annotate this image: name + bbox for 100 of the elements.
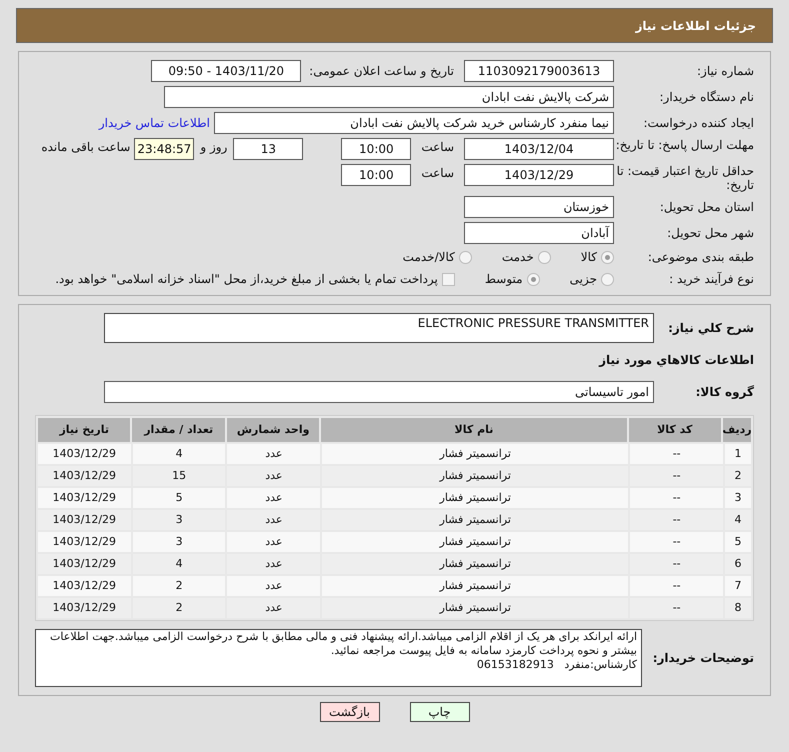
city-field[interactable]: آبادان bbox=[464, 222, 614, 244]
field-label: تاریخ و ساعت اعلان عمومی: bbox=[309, 63, 454, 80]
field-label: ساعت bbox=[421, 165, 454, 182]
table-cell: عدد bbox=[227, 466, 320, 486]
radio-button[interactable] bbox=[601, 272, 614, 286]
radio-label: کالا bbox=[580, 249, 597, 266]
column-header: کد کالا bbox=[628, 418, 721, 442]
table-cell: 1403/12/29 bbox=[38, 488, 131, 508]
table-cell: 4 bbox=[725, 510, 751, 530]
province-field[interactable]: خوزستان bbox=[464, 196, 614, 218]
table-cell: 1 bbox=[725, 444, 751, 464]
table-cell: عدد bbox=[227, 444, 320, 464]
table-cell: ترانسمیتر فشار bbox=[322, 488, 628, 508]
table-cell: عدد bbox=[227, 576, 320, 596]
validity-date-field[interactable]: 1403/12/29 bbox=[464, 164, 614, 186]
table-cell: -- bbox=[630, 532, 724, 552]
requester-field[interactable]: نیما منفرد کارشناس خرید شرکت پالایش نفت ابادان bbox=[214, 112, 614, 134]
validity-time-field[interactable]: 10:00 bbox=[341, 164, 412, 186]
page-title: جزئیات اطلاعات نیاز bbox=[635, 18, 756, 34]
section-title: اطلاعات کالاهاي مورد نياز bbox=[599, 352, 754, 369]
deadline-date-field[interactable]: 1403/12/04 bbox=[464, 138, 614, 160]
buyer-notes-textarea[interactable]: ارائه ایرانکد برای هر یک از اقلام الزامی میباشد.ارائه پیشنهاد فنی و مالی مطابق با شرح درخواست الزامی میباشد.جهت اطلاعات بیشتر و نحوه پرداخت کارمزد سامانه به فایل پیوست مراجعه نمائید. کارشناس:منفرد 06153182913 bbox=[35, 629, 642, 687]
field-label: طبقه بندی موضوعی: bbox=[646, 250, 754, 264]
radio-label: کالا/خدمت bbox=[402, 249, 455, 266]
table-cell: عدد bbox=[227, 510, 320, 530]
table-cell: 1403/12/29 bbox=[38, 532, 131, 552]
remaining-time-field[interactable]: 23:48:57 bbox=[134, 138, 194, 160]
radio-label: جزیی bbox=[570, 271, 597, 288]
payment-checkbox[interactable] bbox=[442, 272, 455, 286]
table-cell: -- bbox=[630, 444, 724, 464]
table-cell: -- bbox=[630, 466, 724, 486]
radio-label: خدمت bbox=[502, 249, 534, 266]
table-cell: 3 bbox=[725, 488, 751, 508]
field-label: شماره نیاز: bbox=[696, 64, 754, 78]
field-label: نوع فرآیند خرید : bbox=[668, 272, 754, 286]
table-cell: 3 bbox=[132, 510, 226, 530]
column-header: نام کالا bbox=[321, 418, 627, 442]
buyer-contact-link[interactable]: اطلاعات تماس خریدار bbox=[98, 114, 210, 132]
table-cell: 4 bbox=[132, 444, 226, 464]
need-number-field[interactable]: 1103092179003613 bbox=[464, 60, 614, 82]
table-cell: 7 bbox=[725, 576, 751, 596]
table-cell: عدد bbox=[227, 554, 320, 574]
table-cell: -- bbox=[630, 488, 724, 508]
table-cell: عدد bbox=[227, 532, 320, 552]
table-cell: ترانسمیتر فشار bbox=[322, 510, 628, 530]
column-header: واحد شمارش bbox=[226, 418, 320, 442]
deadline-time-field[interactable]: 10:00 bbox=[341, 138, 412, 160]
table-cell: ترانسمیتر فشار bbox=[322, 444, 628, 464]
table-cell: 1403/12/29 bbox=[38, 554, 131, 574]
buyer-org-field[interactable]: شرکت پالایش نفت ابادان bbox=[164, 86, 614, 108]
field-label: شرح کلي نياز: bbox=[667, 320, 754, 337]
radio-button[interactable] bbox=[601, 250, 614, 264]
field-label: حداقل تاریخ اعتبار قیمت: تا تاریخ: bbox=[616, 164, 754, 192]
table-cell: 5 bbox=[132, 488, 226, 508]
table-cell: ترانسمیتر فشار bbox=[322, 598, 628, 618]
table-cell: ترانسمیتر فشار bbox=[322, 554, 628, 574]
table-cell: عدد bbox=[227, 598, 320, 618]
table-cell: 2 bbox=[725, 466, 751, 486]
table-cell: ترانسمیتر فشار bbox=[322, 576, 628, 596]
goods-group-field[interactable]: امور تاسیساتی bbox=[104, 381, 654, 403]
summary-textarea[interactable]: ELECTRONIC PRESSURE TRANSMITTER bbox=[104, 313, 654, 343]
radio-button[interactable] bbox=[538, 250, 551, 264]
table-cell: 1403/12/29 bbox=[38, 466, 131, 486]
table-cell: 5 bbox=[725, 532, 751, 552]
radio-label: متوسط bbox=[484, 271, 523, 288]
table-cell: -- bbox=[630, 510, 724, 530]
column-header: تعداد / مقدار bbox=[132, 418, 225, 442]
field-label: شهر محل تحویل: bbox=[666, 226, 754, 240]
table-cell: 8 bbox=[725, 598, 751, 618]
radio-button[interactable] bbox=[458, 250, 472, 264]
field-label: استان محل تحویل: bbox=[658, 200, 754, 214]
days-field[interactable]: 13 bbox=[233, 138, 304, 160]
table-cell: -- bbox=[630, 576, 724, 596]
column-header: تاریخ نیاز bbox=[38, 418, 130, 442]
field-label: روز و bbox=[200, 139, 228, 156]
table-cell: -- bbox=[630, 554, 724, 574]
table-cell: عدد bbox=[227, 488, 320, 508]
payment-label: پرداخت تمام یا بخشی از مبلغ خرید،از محل "اسناد خزانه اسلامی" خواهد بود. bbox=[55, 271, 438, 288]
table-cell: 1403/12/29 bbox=[38, 598, 131, 618]
table-cell: 15 bbox=[132, 466, 226, 486]
field-label: مهلت ارسال پاسخ: تا تاریخ: bbox=[614, 138, 754, 152]
radio-button[interactable] bbox=[526, 272, 540, 286]
print-button[interactable]: چاپ bbox=[410, 702, 470, 722]
field-label: توضیحات خریدار: bbox=[652, 650, 754, 667]
field-label: ایجاد کننده درخواست: bbox=[642, 116, 754, 130]
back-button[interactable]: بازگشت bbox=[320, 702, 380, 722]
table-cell: 2 bbox=[132, 576, 226, 596]
table-cell: 6 bbox=[725, 554, 751, 574]
column-header: ردیف bbox=[723, 418, 751, 442]
field-label: ساعت bbox=[421, 139, 454, 156]
announce-date-field[interactable]: 1403/11/20 - 09:50 bbox=[151, 60, 302, 82]
table-cell: ترانسمیتر فشار bbox=[322, 466, 628, 486]
table-cell: 2 bbox=[132, 598, 226, 618]
field-label: ساعت باقی مانده bbox=[41, 139, 130, 156]
table-cell: 1403/12/29 bbox=[38, 510, 131, 530]
field-label: نام دستگاه خریدار: bbox=[658, 90, 754, 104]
field-label: گروه کالا: bbox=[694, 384, 754, 401]
table-cell: -- bbox=[630, 598, 724, 618]
table-cell: 3 bbox=[132, 532, 226, 552]
table-cell: 1403/12/29 bbox=[38, 576, 131, 596]
